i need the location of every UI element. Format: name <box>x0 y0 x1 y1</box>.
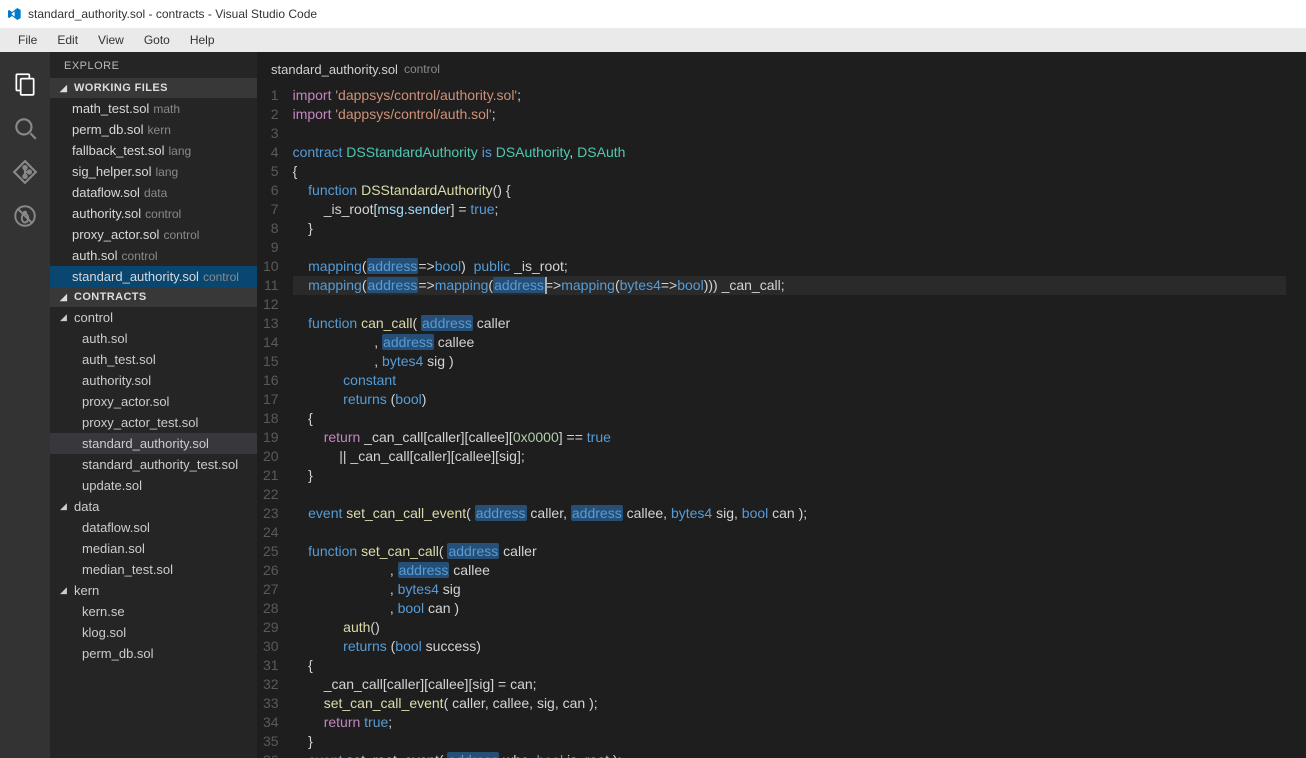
folder-item[interactable]: ◢data <box>50 496 257 517</box>
working-file-item[interactable]: sig_helper.sollang <box>50 161 257 182</box>
menu-edit[interactable]: Edit <box>47 31 88 49</box>
working-file-item[interactable]: dataflow.soldata <box>50 182 257 203</box>
tree-file-item[interactable]: dataflow.sol <box>50 517 257 538</box>
tree-file-item[interactable]: standard_authority.sol <box>50 433 257 454</box>
editor: standard_authority.sol control 123456789… <box>257 52 1306 758</box>
tree-file-item[interactable]: kern.se <box>50 601 257 622</box>
working-file-item[interactable]: standard_authority.solcontrol <box>50 266 257 287</box>
working-files-label: WORKING FILES <box>74 82 168 94</box>
tree-file-item[interactable]: update.sol <box>50 475 257 496</box>
working-file-item[interactable]: math_test.solmath <box>50 98 257 119</box>
vscode-icon <box>6 6 22 22</box>
working-files-header[interactable]: ◢ WORKING FILES <box>50 78 257 98</box>
tree-file-item[interactable]: klog.sol <box>50 622 257 643</box>
folder-item[interactable]: ◢control <box>50 307 257 328</box>
tree-file-item[interactable]: proxy_actor.sol <box>50 391 257 412</box>
working-files-list: math_test.solmathperm_db.solkernfallback… <box>50 98 257 287</box>
tree-file-item[interactable]: perm_db.sol <box>50 643 257 664</box>
tree-file-item[interactable]: standard_authority_test.sol <box>50 454 257 475</box>
working-file-item[interactable]: auth.solcontrol <box>50 245 257 266</box>
tree-file-item[interactable]: proxy_actor_test.sol <box>50 412 257 433</box>
working-file-item[interactable]: authority.solcontrol <box>50 203 257 224</box>
code-content[interactable]: import 'dappsys/control/authority.sol';i… <box>293 86 1306 758</box>
menu-help[interactable]: Help <box>180 31 225 49</box>
chevron-down-icon: ◢ <box>60 83 70 94</box>
project-header[interactable]: ◢ CONTRACTS <box>50 287 257 307</box>
git-icon[interactable] <box>0 150 50 194</box>
code-area[interactable]: 1234567891011121314151617181920212223242… <box>257 86 1306 758</box>
menu-goto[interactable]: Goto <box>134 31 180 49</box>
tree-file-item[interactable]: median.sol <box>50 538 257 559</box>
working-file-item[interactable]: fallback_test.sollang <box>50 140 257 161</box>
tree-file-item[interactable]: auth.sol <box>50 328 257 349</box>
explorer-sidebar: EXPLORE ◢ WORKING FILES math_test.solmat… <box>50 52 257 758</box>
explorer-title: EXPLORE <box>50 52 257 78</box>
tab-crumb: control <box>404 62 440 76</box>
working-file-item[interactable]: proxy_actor.solcontrol <box>50 224 257 245</box>
menu-file[interactable]: File <box>8 31 47 49</box>
menu-view[interactable]: View <box>88 31 134 49</box>
chevron-down-icon: ◢ <box>60 292 70 303</box>
menubar: File Edit View Goto Help <box>0 28 1306 52</box>
editor-tab[interactable]: standard_authority.sol control <box>257 52 1306 86</box>
debug-icon[interactable] <box>0 194 50 238</box>
gutter: 1234567891011121314151617181920212223242… <box>257 86 293 758</box>
working-file-item[interactable]: perm_db.solkern <box>50 119 257 140</box>
titlebar: standard_authority.sol - contracts - Vis… <box>0 0 1306 28</box>
project-tree: ◢controlauth.solauth_test.solauthority.s… <box>50 307 257 664</box>
project-label: CONTRACTS <box>74 291 147 303</box>
tree-file-item[interactable]: auth_test.sol <box>50 349 257 370</box>
folder-item[interactable]: ◢kern <box>50 580 257 601</box>
tree-file-item[interactable]: authority.sol <box>50 370 257 391</box>
window-title: standard_authority.sol - contracts - Vis… <box>28 7 317 21</box>
explorer-icon[interactable] <box>0 62 50 106</box>
tree-file-item[interactable]: median_test.sol <box>50 559 257 580</box>
tab-filename: standard_authority.sol <box>271 62 398 77</box>
activitybar <box>0 52 50 758</box>
search-icon[interactable] <box>0 106 50 150</box>
